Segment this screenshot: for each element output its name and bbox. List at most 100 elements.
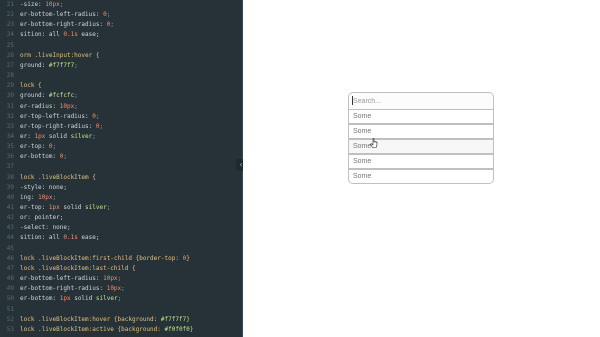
- line-number: 50: [6, 295, 14, 303]
- code-line: 23 er-bottom-right-radius: 0;: [0, 20, 242, 30]
- code-token: }: [186, 254, 190, 262]
- line-number: 44: [6, 234, 14, 242]
- code-token: er-top-left-radius:: [20, 112, 93, 120]
- code-line: 27 ground: #f7f7f7;: [0, 61, 242, 71]
- code-token: ;: [106, 11, 111, 19]
- line-number: 35: [6, 143, 14, 151]
- line-number: 37: [6, 163, 14, 171]
- code-line: 25: [0, 41, 242, 51]
- code-token: ;: [74, 61, 78, 69]
- code-text: er-top: 1px solid silver;: [20, 203, 110, 213]
- code-text: er-radius: 10px;: [20, 102, 78, 112]
- line-number: 21: [6, 1, 14, 8]
- list-item[interactable]: Some: [348, 124, 494, 139]
- code-token: er-radius:: [20, 102, 60, 110]
- code-token: 0.1s: [63, 234, 78, 242]
- code-text: er-bottom: 1px solid silver;: [20, 294, 121, 304]
- line-number: 25: [6, 41, 14, 49]
- code-token: ;: [63, 153, 67, 161]
- code-token: 1px: [48, 204, 60, 211]
- code-token: -style: none;: [20, 183, 67, 191]
- code-token: -select: none;: [20, 224, 71, 232]
- code-token: 10px: [38, 193, 53, 201]
- code-line: 31 er-radius: 10px;: [0, 102, 242, 112]
- code-line: 29 lock {: [0, 81, 242, 91]
- line-number: 24: [6, 31, 14, 39]
- code-line: 49 er-bottom-right-radius: 10px;: [0, 284, 242, 294]
- code-line: 26 orm .liveInput:hover {: [0, 51, 242, 61]
- code-line: 30 ground: #fcfcfc;: [0, 91, 242, 101]
- code-line: 46 lock .liveBlockItem:first-child {borde…: [0, 254, 242, 264]
- code-token: -size:: [20, 1, 46, 8]
- list-item[interactable]: Some: [348, 169, 494, 184]
- code-text: lock .liveBlockItem:hover {background: #…: [20, 315, 190, 325]
- code-line: 33 er-top-right-radius: 0;: [0, 122, 242, 132]
- code-token: silver: [70, 132, 93, 140]
- code-editor[interactable]: 21 -size: 10px; 22 er-bottom-left-radius: 0…: [0, 0, 242, 337]
- code-line: 32 er-top-left-radius: 0;: [0, 112, 242, 122]
- line-number: 33: [6, 122, 14, 130]
- code-line: 50 er-bottom: 1px solid silver;: [0, 294, 242, 304]
- code-token: ground:: [20, 61, 49, 69]
- line-number: 49: [6, 285, 14, 293]
- code-token: silver: [95, 295, 118, 303]
- code-token: #f0f0f0: [164, 325, 190, 333]
- list-item[interactable]: Some: [348, 109, 494, 124]
- code-text: lock .liveBlockItem:first-child {border-…: [20, 254, 190, 264]
- code-token: #fcfcfc: [48, 92, 75, 100]
- code-token: lock .liveBlockItem {: [20, 173, 96, 181]
- line-number: 45: [6, 244, 14, 252]
- code-line: 36 er-bottom: 0;: [0, 152, 242, 162]
- code-line: 38 lock .liveBlockItem {: [0, 173, 242, 183]
- search-input[interactable]: [348, 92, 494, 109]
- code-text: er-top: 0;: [20, 142, 56, 152]
- code-line: 47 lock .liveBlockItem:last-child {: [0, 264, 242, 274]
- code-line: 44 sition: all 0.1s ease;: [0, 233, 242, 243]
- code-line: 34 er: 1px solid silver;: [0, 132, 242, 142]
- code-token: }: [189, 325, 194, 333]
- code-token: ;: [117, 295, 122, 303]
- code-token: ease;: [77, 31, 100, 39]
- line-number: 39: [6, 183, 14, 191]
- code-token: ;: [52, 143, 57, 151]
- code-text: -size: 10px;: [20, 0, 63, 10]
- code-text: lock .liveBlockItem {: [20, 173, 96, 183]
- code-token: lock .liveBlockItem:active {background:: [20, 325, 165, 333]
- code-token: ;: [74, 92, 78, 100]
- line-number: 31: [6, 102, 14, 110]
- code-token: lock .liveBlockItem:first-child {border-…: [20, 254, 183, 262]
- code-text: er-top-right-radius: 0;: [20, 122, 103, 132]
- line-number: 36: [6, 153, 14, 161]
- code-token: er-top-right-radius:: [20, 122, 96, 130]
- code-text: er-top-left-radius: 0;: [20, 112, 100, 122]
- code-token: solid: [45, 132, 71, 140]
- code-line: 21 -size: 10px;: [0, 0, 242, 10]
- code-token: er-bottom-right-radius:: [20, 285, 107, 293]
- code-line: 52 lock .liveBlockItem:hover {background:…: [0, 315, 242, 325]
- code-token: silver: [85, 204, 107, 211]
- code-token: ;: [117, 275, 122, 283]
- code-line: 40 ing: 10px;: [0, 193, 242, 203]
- code-token: ease;: [77, 234, 100, 242]
- code-token: 1px: [34, 132, 46, 140]
- code-token: ground:: [20, 92, 49, 100]
- line-number: 48: [6, 275, 14, 283]
- line-number: 22: [6, 11, 14, 19]
- code-token: sition: all: [20, 31, 64, 39]
- line-number: 23: [6, 21, 14, 29]
- line-number: 43: [6, 224, 14, 232]
- code-line: 43 -select: none;: [0, 223, 242, 233]
- code-text: er: 1px solid silver;: [20, 132, 96, 142]
- code-token: 10px: [103, 275, 118, 283]
- line-number: 52: [6, 315, 14, 323]
- line-number: 53: [6, 325, 14, 333]
- code-text: lock .liveBlockItem:last-child {: [20, 264, 136, 274]
- code-token: orm .liveInput:hover {: [20, 51, 100, 59]
- code-token: ;: [99, 122, 104, 130]
- code-token: ;: [92, 132, 96, 140]
- list-item[interactable]: Some: [348, 154, 494, 169]
- code-token: ;: [121, 285, 125, 293]
- line-number: 51: [6, 305, 14, 313]
- code-line: 24 sition: all 0.1s ease;: [0, 30, 242, 40]
- code-token: er-top:: [20, 204, 49, 211]
